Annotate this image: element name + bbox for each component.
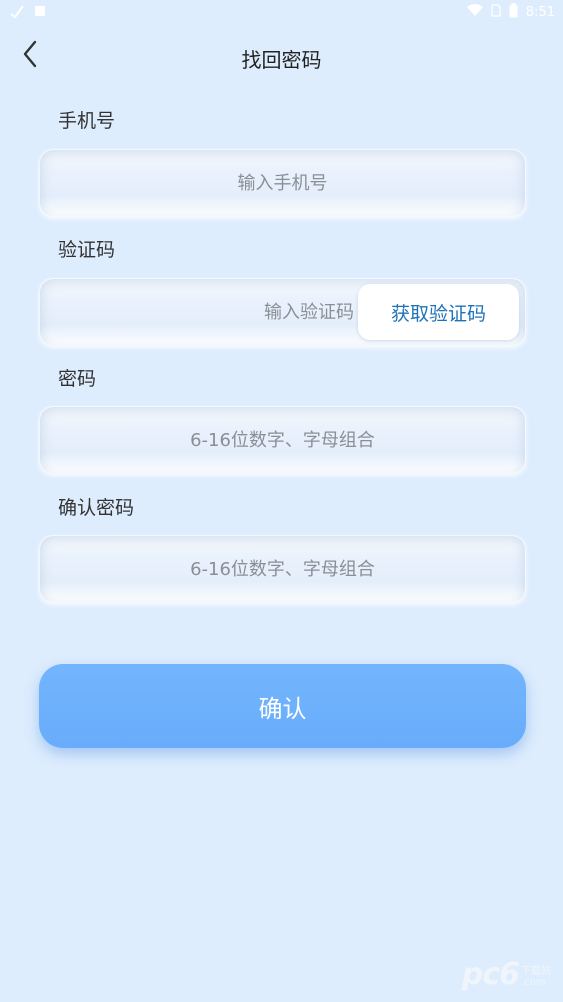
- watermark: pc6 下载站 .com: [462, 957, 551, 992]
- check-icon: [10, 4, 24, 21]
- password-label: 密码: [58, 368, 97, 390]
- phone-label: 手机号: [58, 110, 116, 132]
- confirm-password-input[interactable]: [40, 536, 525, 602]
- code-input[interactable]: [40, 279, 360, 345]
- get-code-button[interactable]: 获取验证码: [358, 284, 519, 340]
- confirm-password-field-box: [39, 535, 526, 603]
- status-left: [10, 4, 46, 21]
- nav-bar: 找回密码: [0, 30, 563, 82]
- status-bar: 8:51: [0, 0, 563, 24]
- page-title: 找回密码: [241, 48, 322, 72]
- code-field-box: 获取验证码: [39, 278, 526, 346]
- battery-icon: [509, 3, 518, 21]
- confirm-password-label: 确认密码: [58, 497, 135, 519]
- watermark-badge: 下载站: [521, 966, 551, 977]
- watermark-sub: 下载站 .com: [521, 966, 551, 992]
- no-sim-icon: [491, 4, 501, 20]
- wifi-icon: [466, 4, 483, 20]
- confirm-button[interactable]: 确认: [39, 664, 526, 748]
- code-label: 验证码: [58, 239, 116, 261]
- password-field-box: [39, 406, 526, 474]
- notification-icon: [34, 5, 46, 20]
- watermark-logo: pc6: [461, 957, 520, 992]
- phone-field-box: [39, 149, 526, 217]
- watermark-domain: .com: [521, 977, 546, 988]
- status-time: 8:51: [525, 4, 555, 20]
- status-right: 8:51: [466, 3, 555, 21]
- password-input[interactable]: [40, 407, 525, 473]
- phone-input[interactable]: [40, 150, 525, 216]
